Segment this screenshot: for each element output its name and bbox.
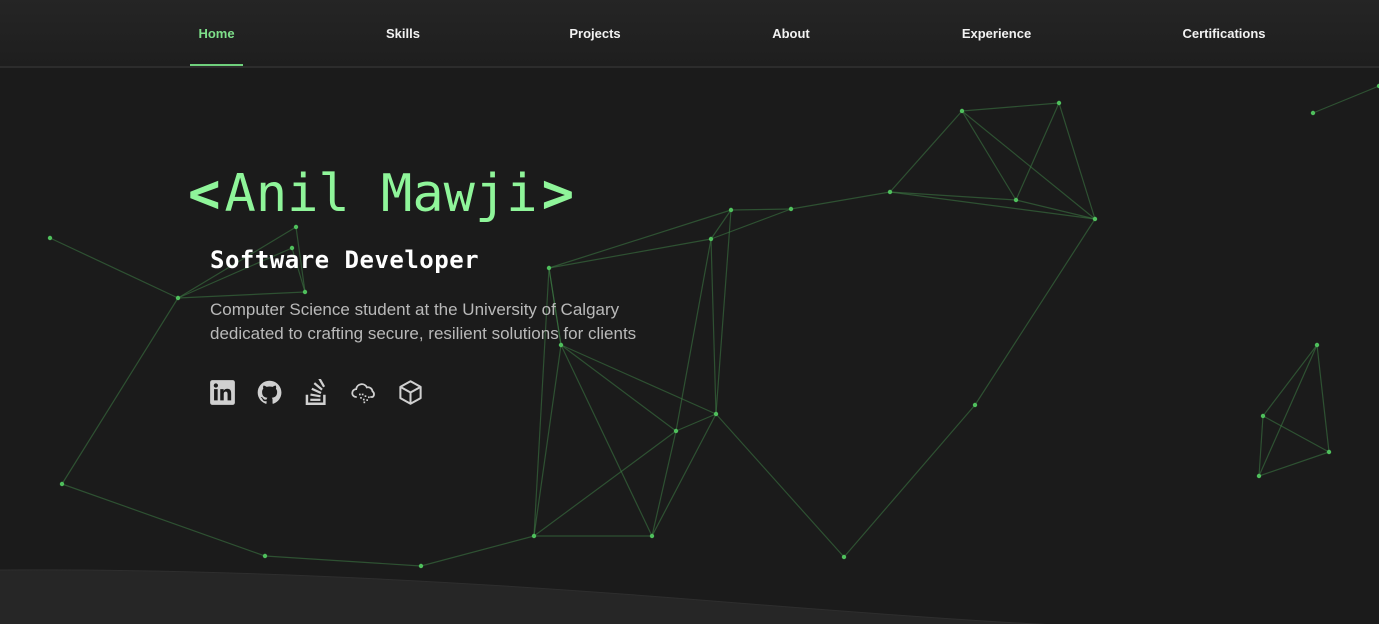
hero-role: Software Developer [210, 246, 480, 274]
hero-description-line-1: Computer Science student at the Universi… [210, 300, 620, 319]
hero-description-line-2: dedicated to crafting secure, resilient … [210, 324, 637, 343]
nav-item-experience[interactable]: Experience [955, 0, 1038, 66]
nav-item-projects[interactable]: Projects [563, 0, 627, 66]
cube-link[interactable] [397, 378, 424, 407]
linkedin-icon [210, 380, 235, 405]
cloud-certification-icon [351, 383, 375, 404]
nav-item-skills[interactable]: Skills [380, 0, 426, 66]
social-links [209, 378, 424, 407]
nav-item-about[interactable]: About [764, 0, 818, 66]
nav-item-certifications[interactable]: Certifications [1175, 0, 1273, 66]
github-icon [257, 380, 282, 404]
close-bracket: > [541, 162, 575, 225]
nav-item-home[interactable]: Home [190, 0, 243, 66]
hero-description: Computer Science student at the Universi… [210, 298, 690, 346]
github-link[interactable] [256, 378, 283, 407]
hero-name: < Anil Mawji > [188, 160, 574, 228]
hero-name-text: Anil Mawji [224, 164, 538, 224]
section-divider-wave [0, 569, 1101, 624]
stackoverflow-link[interactable] [303, 378, 330, 407]
open-bracket: < [188, 162, 221, 225]
stackoverflow-icon [305, 379, 326, 405]
cloud-certification-link[interactable] [350, 378, 377, 407]
page: Home Skills Projects About Experience Ce… [0, 0, 1379, 624]
cube-icon [399, 380, 422, 405]
linkedin-link[interactable] [209, 378, 236, 407]
top-nav: Home Skills Projects About Experience Ce… [0, 0, 1379, 68]
